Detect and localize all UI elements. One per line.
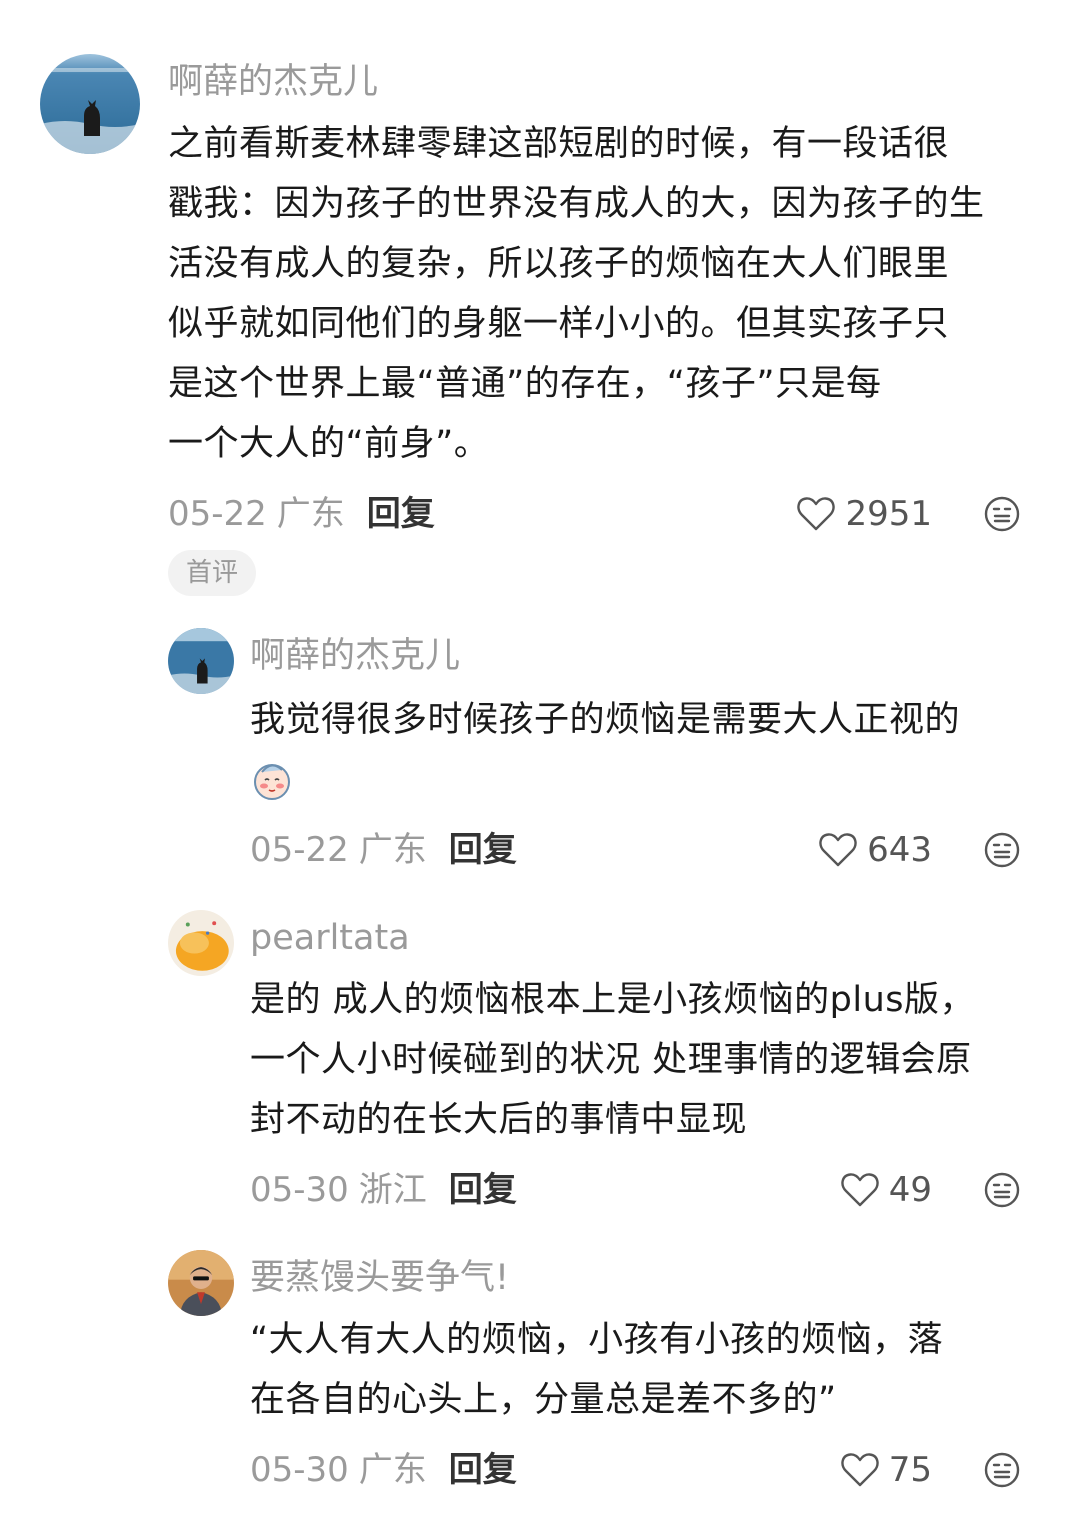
comment-text: 是的 成人的烦恼根本上是小孩烦恼的plus版， 一个人小时候碰到的状况 处理事情… <box>250 970 1040 1150</box>
comment-location: 广东 <box>276 494 345 534</box>
like-button[interactable]: 49 <box>840 1168 932 1212</box>
avatar[interactable] <box>168 1250 234 1316</box>
neutral-face-icon <box>984 832 1020 868</box>
comment-meta: 05-22 广东 回复 <box>168 492 435 536</box>
username[interactable]: 啊薛的杰克儿 <box>250 634 460 678</box>
comment-location: 广东 <box>358 830 427 870</box>
comment-location: 浙江 <box>358 1170 427 1210</box>
username[interactable]: 要蒸馒头要争气! <box>250 1256 509 1300</box>
text-line: 似乎就如同他们的身躯一样小小的。但其实孩子只 <box>168 304 950 344</box>
comment-meta: 05-30 浙江 回复 <box>250 1168 517 1212</box>
blushing-face-emoji <box>254 764 290 800</box>
dislike-button[interactable] <box>984 832 1020 868</box>
reply-button[interactable]: 回复 <box>449 830 517 870</box>
username[interactable]: pearltata <box>250 916 410 960</box>
text-line: 封不动的在长大后的事情中显现 <box>250 1100 748 1140</box>
avatar[interactable] <box>40 54 140 154</box>
dislike-button[interactable] <box>984 1172 1020 1208</box>
man-in-suit-avatar <box>168 1250 234 1316</box>
like-count: 2951 <box>845 494 932 534</box>
avatar[interactable] <box>168 628 234 694</box>
dislike-button[interactable] <box>984 496 1020 532</box>
text-line: 在各自的心头上，分量总是差不多的” <box>250 1380 837 1420</box>
dislike-button[interactable] <box>984 1452 1020 1488</box>
like-button[interactable]: 75 <box>840 1448 932 1492</box>
ocean-cat-avatar <box>40 54 140 154</box>
text-line: 之前看斯麦林肆零肆这部短剧的时候，有一段话很 <box>168 124 950 164</box>
like-button[interactable]: 2951 <box>797 492 932 536</box>
avatar[interactable] <box>168 910 234 976</box>
text-line: 活没有成人的复杂，所以孩子的烦恼在大人们眼里 <box>168 244 950 284</box>
comment-text: “大人有大人的烦恼，小孩有小孩的烦恼，落 在各自的心头上，分量总是差不多的” <box>250 1310 1040 1430</box>
like-count: 49 <box>888 1170 932 1210</box>
like-count: 75 <box>888 1450 932 1490</box>
heart-outline-icon <box>819 833 857 867</box>
text-line: 一个大人的“前身”。 <box>168 424 490 464</box>
neutral-face-icon <box>984 1172 1020 1208</box>
orange-painting-avatar <box>168 910 234 976</box>
username[interactable]: 啊薛的杰克儿 <box>168 60 378 104</box>
reply-button[interactable]: 回复 <box>367 494 435 534</box>
reply-button[interactable]: 回复 <box>449 1450 517 1490</box>
comment-date: 05-30 <box>250 1170 349 1210</box>
text-line: 一个人小时候碰到的状况 处理事情的逻辑会原 <box>250 1040 972 1080</box>
comment-date: 05-22 <box>250 830 349 870</box>
comment-date: 05-22 <box>168 494 267 534</box>
comment-meta: 05-22 广东 回复 <box>250 828 517 872</box>
text-line: 是这个世界上最“普通”的存在，“孩子”只是每 <box>168 364 882 404</box>
like-button[interactable]: 643 <box>819 828 932 872</box>
text-line: 是的 成人的烦恼根本上是小孩烦恼的plus版， <box>250 980 975 1020</box>
comment-text: 之前看斯麦林肆零肆这部短剧的时候，有一段话很 戳我：因为孩子的世界没有成人的大，… <box>168 114 1038 474</box>
like-count: 643 <box>867 830 932 870</box>
text-line: 戳我：因为孩子的世界没有成人的大，因为孩子的生 <box>168 184 985 224</box>
reply-button[interactable]: 回复 <box>449 1170 517 1210</box>
text-line: “大人有大人的烦恼，小孩有小孩的烦恼，落 <box>250 1320 944 1360</box>
ocean-cat-avatar <box>168 628 234 694</box>
heart-outline-icon <box>840 1453 879 1487</box>
heart-outline-icon <box>797 497 836 531</box>
heart-outline-icon <box>840 1173 879 1207</box>
first-comment-badge: 首评 <box>168 550 257 596</box>
text-line: 我觉得很多时候孩子的烦恼是需要大人正视的 <box>250 700 961 740</box>
comment-date: 05-30 <box>250 1450 349 1490</box>
neutral-face-icon <box>984 1452 1020 1488</box>
neutral-face-icon <box>984 496 1020 532</box>
comment-meta: 05-30 广东 回复 <box>250 1448 517 1492</box>
comment-text: 我觉得很多时候孩子的烦恼是需要大人正视的 <box>250 690 1040 802</box>
comment-location: 广东 <box>358 1450 427 1490</box>
